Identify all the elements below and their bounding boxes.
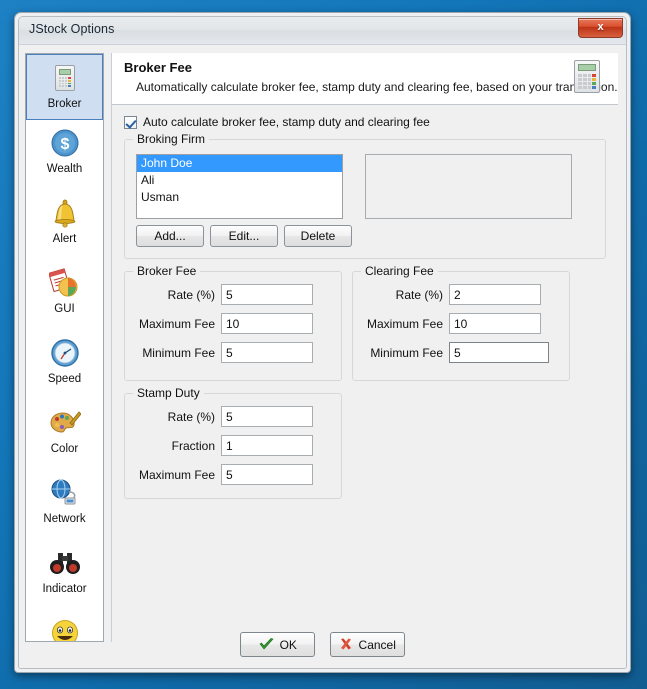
sidebar-item-indicator[interactable]: Indicator <box>26 544 103 610</box>
broker-fee-maximum-input[interactable] <box>221 313 313 334</box>
clearing-fee-rate-label: Rate (%) <box>395 287 443 302</box>
sidebar-item-wealth[interactable]: $ Wealth <box>26 124 103 190</box>
clearing-fee-group: Clearing Fee Rate (%) Maximum Fee Minimu… <box>352 264 570 381</box>
broking-firm-list[interactable]: John Doe Ali Usman <box>136 154 343 219</box>
calculator-icon <box>27 59 102 97</box>
broking-firm-legend: Broking Firm <box>133 132 210 146</box>
window-inner-frame: JStock Options x Broker $ Wealth Alert G… <box>18 16 627 669</box>
broker-fee-legend: Broker Fee <box>133 264 201 278</box>
sidebar-label-wealth: Wealth <box>46 163 83 175</box>
broker-fee-minimum-input[interactable] <box>221 342 313 363</box>
clearing-fee-minimum-label: Minimum Fee <box>370 345 443 360</box>
sidebar-item-speed[interactable]: Speed <box>26 334 103 400</box>
broker-fee-maximum-label: Maximum Fee <box>138 316 215 331</box>
clearing-fee-rate-input[interactable] <box>449 284 541 305</box>
delete-broking-firm-button[interactable]: Delete <box>284 225 352 247</box>
sidebar-item-network[interactable]: Network <box>26 474 103 540</box>
globe-network-icon <box>26 474 103 512</box>
sidebar-label-speed: Speed <box>47 373 82 385</box>
stamp-duty-rate-label: Rate (%) <box>167 409 215 424</box>
window-title: JStock Options <box>29 22 115 36</box>
stamp-duty-legend: Stamp Duty <box>133 386 204 400</box>
close-icon: x <box>597 21 604 33</box>
stamp-duty-rate-input[interactable] <box>221 406 313 427</box>
ok-button[interactable]: OK <box>240 632 316 657</box>
sidebar-label-broker: Broker <box>47 98 82 110</box>
page-description: Automatically calculate broker fee, stam… <box>136 80 618 94</box>
cancel-button[interactable]: Cancel <box>329 632 405 657</box>
stamp-duty-group: Stamp Duty Rate (%) Fraction Maximum Fee <box>124 386 342 499</box>
edit-broking-firm-button[interactable]: Edit... <box>210 225 278 247</box>
content-header: Broker Fee Automatically calculate broke… <box>112 53 618 105</box>
sidebar-item-alert[interactable]: Alert <box>26 194 103 260</box>
sidebar-item-color[interactable]: Color <box>26 404 103 470</box>
list-item[interactable]: John Doe <box>137 155 342 172</box>
cancel-button-label: Cancel <box>358 637 396 652</box>
content-panel: Broker Fee Automatically calculate broke… <box>111 53 618 642</box>
stamp-duty-maximum-label: Maximum Fee <box>138 467 215 482</box>
ok-button-label: OK <box>279 637 297 652</box>
binoculars-icon <box>26 544 103 582</box>
list-item[interactable]: Ali <box>137 172 342 189</box>
clearing-fee-maximum-input[interactable] <box>449 313 541 334</box>
sidebar-label-network: Network <box>43 513 86 525</box>
bell-icon <box>26 194 103 232</box>
page-title: Broker Fee <box>124 60 192 75</box>
close-window-button[interactable]: x <box>578 18 623 38</box>
clearing-fee-minimum-input[interactable] <box>449 342 549 363</box>
stamp-duty-fraction-input[interactable] <box>221 435 313 456</box>
sidebar-label-indicator: Indicator <box>42 583 87 595</box>
svg-text:$: $ <box>60 136 69 153</box>
sidebar-label-gui: GUI <box>54 303 75 315</box>
dollar-coin-icon: $ <box>26 124 103 162</box>
stamp-duty-fraction-label: Fraction <box>171 438 215 453</box>
broker-fee-group: Broker Fee Rate (%) Maximum Fee Minimum … <box>124 264 342 381</box>
broking-firm-group: Broking Firm John Doe Ali Usman Add... E… <box>124 132 606 259</box>
close-x-icon <box>339 638 353 651</box>
dialog-footer: OK Cancel <box>19 632 626 658</box>
check-icon <box>259 638 274 651</box>
list-item[interactable]: Usman <box>137 189 342 206</box>
checkbox-check-icon <box>124 115 137 129</box>
add-broking-firm-button[interactable]: Add... <box>136 225 204 247</box>
sidebar-label-alert: Alert <box>52 233 77 245</box>
options-dialog-window: JStock Options x Broker $ Wealth Alert G… <box>14 12 631 673</box>
broker-fee-minimum-label: Minimum Fee <box>142 345 215 360</box>
auto-calculate-checkbox[interactable]: Auto calculate broker fee, stamp duty an… <box>124 115 430 129</box>
chart-documents-icon <box>26 264 103 302</box>
category-sidebar[interactable]: Broker $ Wealth Alert GUI Speed Color Ne… <box>25 53 104 642</box>
broking-firm-preview-panel <box>365 154 572 219</box>
auto-calculate-label: Auto calculate broker fee, stamp duty an… <box>143 115 430 129</box>
dialog-body: Broker $ Wealth Alert GUI Speed Color Ne… <box>19 45 626 668</box>
sidebar-label-color: Color <box>50 443 79 455</box>
broker-fee-rate-input[interactable] <box>221 284 313 305</box>
sidebar-item-gui[interactable]: GUI <box>26 264 103 330</box>
title-bar[interactable]: JStock Options x <box>19 17 626 45</box>
clock-icon <box>26 334 103 372</box>
clearing-fee-legend: Clearing Fee <box>361 264 438 278</box>
broker-fee-rate-label: Rate (%) <box>167 287 215 302</box>
stamp-duty-maximum-input[interactable] <box>221 464 313 485</box>
palette-icon <box>26 404 103 442</box>
calculator-icon <box>574 60 606 96</box>
sidebar-item-broker[interactable]: Broker <box>26 54 103 120</box>
clearing-fee-maximum-label: Maximum Fee <box>366 316 443 331</box>
